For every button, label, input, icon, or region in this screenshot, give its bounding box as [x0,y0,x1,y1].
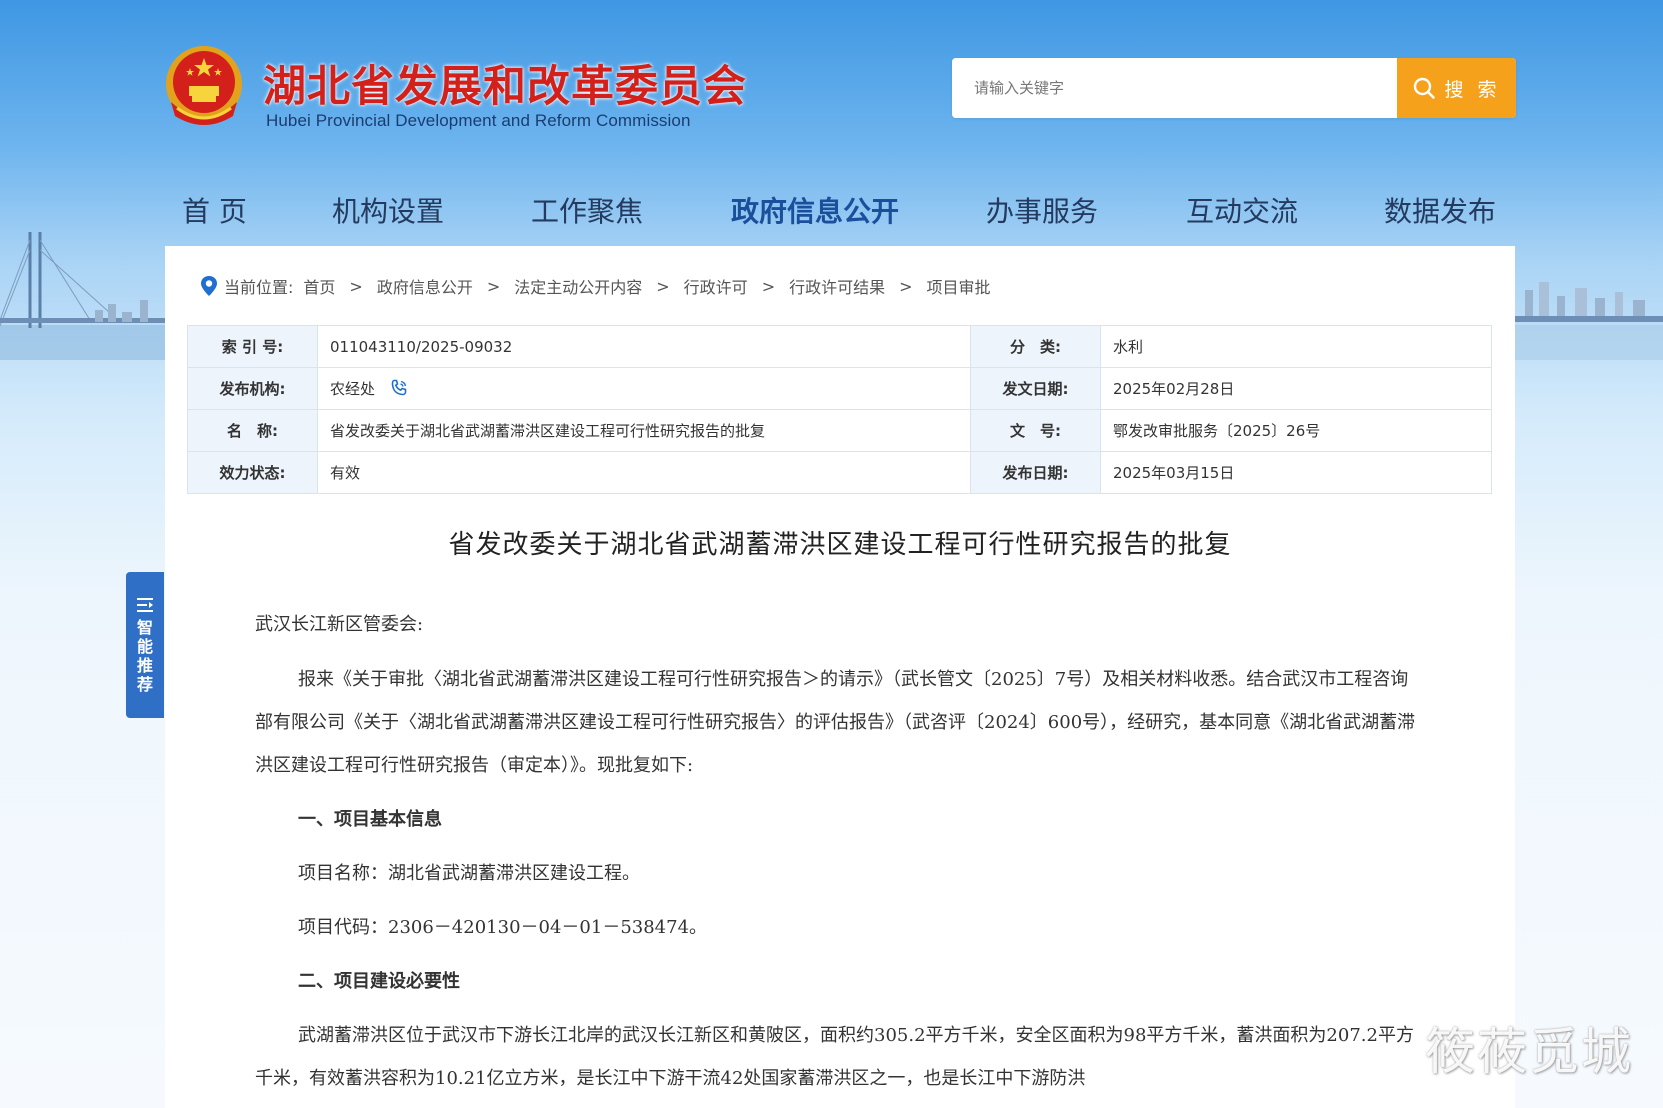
nav-item-organization[interactable]: 机构设置 [332,190,444,230]
nav-item-services[interactable]: 办事服务 [986,190,1098,230]
status-value: 有效 [317,451,971,494]
table-row: 发布机构: 农经处 发文日期: 2025年02月28日 [187,367,1492,410]
project-code: 项目代码：2306－420130－04－01－538474。 [298,917,708,938]
nav-item-data-release[interactable]: 数据发布 [1384,190,1496,230]
side-tab-char: 荐 [136,675,153,694]
breadcrumb-separator: > [486,276,501,296]
issue-date-label: 发文日期: [970,367,1101,410]
search-button-label: 搜 索 [1444,78,1501,101]
document-paragraph: 武湖蓄滞洪区位于武汉市下游长江北岸的武汉长江新区和黄陂区，面积约305.2平方千… [255,1025,1414,1089]
breadcrumb-separator: > [349,276,363,296]
category-value: 水利 [1100,325,1492,368]
breadcrumb-link-statutory[interactable]: 法定主动公开内容 [514,274,642,298]
status-label: 效力状态: [187,451,318,494]
category-label: 分 类: [970,325,1101,368]
breadcrumb-link-gov-info[interactable]: 政府信息公开 [377,274,473,298]
skyline-decoration-right [1515,282,1663,360]
publisher-value: 农经处 [330,380,376,398]
skyline-decoration-left [0,232,165,360]
document-info-table: 索 引 号: 011043110/2025-09032 分 类: 水利 发布机构… [187,325,1492,494]
breadcrumb-separator: > [761,276,776,296]
document-body: 武汉长江新区管委会: 报来《关于审批〈湖北省武湖蓄滞洪区建设工程可行性研究报告＞… [255,614,1425,1100]
phone-icon[interactable] [390,379,408,397]
national-emblem-logo [166,46,242,125]
site-title-cn[interactable]: 湖北省发展和改革委员会 [263,52,747,114]
name-value: 省发改委关于湖北省武湖蓄滞洪区建设工程可行性研究报告的批复 [317,409,971,452]
doc-no-value: 鄂发改审批服务〔2025〕26号 [1100,409,1492,452]
watermark-text: 筱莜觅城 [1425,1023,1633,1081]
table-row: 效力状态: 有效 发布日期: 2025年03月15日 [187,451,1492,494]
breadcrumb-prefix: 当前位置: [224,278,294,297]
document-paragraph: 报来《关于审批〈湖北省武湖蓄滞洪区建设工程可行性研究报告＞的请示》（武长管文〔2… [255,669,1416,776]
publisher-cell: 农经处 [317,367,971,410]
nav-item-work-focus[interactable]: 工作聚焦 [531,190,643,230]
smart-recommend-tab[interactable]: 智 能 推 荐 [126,572,164,718]
name-label: 名 称: [187,409,318,452]
table-row: 名 称: 省发改委关于湖北省武湖蓄滞洪区建设工程可行性研究报告的批复 文 号: … [187,409,1492,452]
search-bar: 搜 索 [952,58,1516,118]
breadcrumb-link-home[interactable]: 首页 [303,274,335,298]
breadcrumb-separator: > [899,276,913,296]
search-input[interactable] [952,58,1397,118]
project-name: 项目名称：湖北省武湖蓄滞洪区建设工程。 [298,863,640,884]
breadcrumb: 当前位置: 首页 > 政府信息公开 > 法定主动公开内容 > 行政许可 > 行政… [200,274,991,298]
menu-icon [137,598,153,612]
publish-date-label: 发布日期: [970,451,1101,494]
section-heading: 一、项目基本信息 [298,809,442,830]
side-tab-char: 智 [136,618,153,637]
issue-date-value: 2025年02月28日 [1100,367,1492,410]
nav-item-gov-info-disclosure[interactable]: 政府信息公开 [731,190,899,230]
section-heading: 二、项目建设必要性 [298,971,460,992]
site-title-en: Hubei Provincial Development and Reform … [266,111,691,130]
search-button[interactable]: 搜 索 [1397,58,1516,118]
breadcrumb-separator: > [656,276,670,296]
side-tab-char: 推 [136,656,153,675]
search-icon [1414,77,1436,99]
publish-date-value: 2025年03月15日 [1100,451,1492,494]
publisher-label: 发布机构: [187,367,318,410]
index-value: 011043110/2025-09032 [317,325,971,368]
side-tab-char: 能 [136,637,153,656]
nav-item-interaction[interactable]: 互动交流 [1186,190,1298,230]
nav-item-home[interactable]: 首 页 [182,190,247,230]
breadcrumb-link-project-approval[interactable]: 项目审批 [927,274,991,298]
location-pin-icon [201,276,217,296]
document-addressee: 武汉长江新区管委会: [255,614,424,635]
breadcrumb-link-admin-permit[interactable]: 行政许可 [684,274,748,298]
document-title: 省发改委关于湖北省武湖蓄滞洪区建设工程可行性研究报告的批复 [448,530,1232,560]
index-label: 索 引 号: [187,325,318,368]
doc-no-label: 文 号: [970,409,1101,452]
breadcrumb-link-permit-result[interactable]: 行政许可结果 [789,274,885,298]
main-nav: 首 页 机构设置 工作聚焦 政府信息公开 办事服务 互动交流 数据发布 [0,190,1663,238]
content-panel: 当前位置: 首页 > 政府信息公开 > 法定主动公开内容 > 行政许可 > 行政… [165,246,1515,1108]
table-row: 索 引 号: 011043110/2025-09032 分 类: 水利 [187,325,1492,368]
